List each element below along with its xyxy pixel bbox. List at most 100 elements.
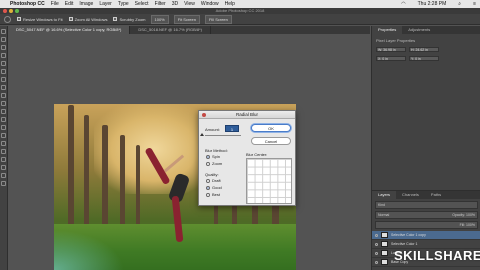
menu-layer[interactable]: Layer — [99, 1, 112, 7]
shape-tool-icon[interactable] — [1, 165, 6, 170]
opacity-field[interactable]: Opacity: 100% — [452, 212, 475, 218]
layer-thumbnail — [381, 259, 388, 265]
quality-best-radio[interactable]: Best — [206, 192, 220, 197]
fit-screen-button[interactable]: Fit Screen — [173, 14, 200, 24]
tree-trunk — [120, 135, 125, 235]
eye-icon[interactable] — [375, 233, 378, 237]
menu-list-icon[interactable]: ≡ — [473, 1, 476, 7]
clock[interactable]: Thu 2:28 PM — [418, 1, 447, 7]
fill-screen-button[interactable]: Fill Screen — [204, 14, 232, 24]
hand-tool-icon[interactable] — [1, 173, 6, 178]
quality-label: Quality: — [205, 172, 219, 177]
menu-view[interactable]: View — [184, 1, 195, 7]
layer-thumbnail — [381, 250, 388, 256]
properties-section-title: Pixel Layer Properties — [376, 38, 416, 43]
menu-filter[interactable]: Filter — [155, 1, 166, 7]
menu-help[interactable]: Help — [225, 1, 235, 7]
close-icon[interactable] — [3, 9, 7, 13]
stamp-tool-icon[interactable] — [1, 93, 6, 98]
document-tabs: DSC_5047.NEF @ 16.6% (Selective Color 1 … — [8, 26, 370, 34]
fill-field[interactable]: Fill: 100% — [375, 221, 478, 229]
tab-layers[interactable]: Layers — [372, 191, 397, 199]
ok-button[interactable]: OK — [251, 124, 291, 132]
layer-row[interactable]: Selective Color 1 copy — [372, 231, 480, 240]
wifi-icon[interactable]: ◠ — [401, 1, 405, 7]
brush-tool-icon[interactable] — [1, 85, 6, 90]
quick-select-tool-icon[interactable] — [1, 53, 6, 58]
eye-icon[interactable] — [375, 251, 378, 255]
menu-window[interactable]: Window — [201, 1, 219, 7]
status-area: ◠ Thu 2:28 PM ⌕ ≡ — [395, 1, 476, 7]
layer-kind-filter[interactable]: Kind — [375, 201, 478, 209]
type-tool-icon[interactable] — [1, 149, 6, 154]
app-menu[interactable]: Photoshop CC — [10, 1, 45, 7]
minimize-icon[interactable] — [9, 9, 13, 13]
blend-mode-select[interactable]: Normal — [378, 212, 389, 218]
amount-label: Amount: — [205, 127, 220, 132]
crop-tool-icon[interactable] — [1, 61, 6, 66]
x-field[interactable]: X: 0 in — [376, 56, 406, 61]
menu-image[interactable]: Image — [79, 1, 93, 7]
menu-select[interactable]: Select — [135, 1, 149, 7]
blur-center-grid[interactable] — [246, 158, 292, 204]
cancel-button[interactable]: Cancel — [251, 137, 291, 145]
tree-trunk — [102, 125, 108, 235]
tab-adjustments[interactable]: Adjustments — [402, 26, 436, 34]
eye-icon[interactable] — [375, 260, 378, 264]
maximize-icon[interactable] — [15, 9, 19, 13]
tab-paths[interactable]: Paths — [425, 191, 447, 199]
options-bar: Resize Windows to Fit Zoom All Windows S… — [0, 14, 480, 25]
tab-channels[interactable]: Channels — [396, 191, 425, 199]
history-brush-tool-icon[interactable] — [1, 101, 6, 106]
zoom-all-windows-checkbox[interactable]: Zoom All Windows — [68, 17, 107, 22]
menu-bar: Photoshop CC File Edit Image Layer Type … — [0, 0, 480, 8]
photoshop-window: Photoshop CC File Edit Image Layer Type … — [0, 0, 480, 270]
width-field[interactable]: W: 36.98 in — [376, 47, 406, 52]
amount-slider-handle[interactable] — [200, 133, 204, 136]
dodge-tool-icon[interactable] — [1, 133, 6, 138]
move-tool-icon[interactable] — [1, 29, 6, 34]
healing-tool-icon[interactable] — [1, 77, 6, 82]
marquee-tool-icon[interactable] — [1, 37, 6, 42]
amount-input[interactable]: 1 — [225, 125, 239, 132]
zoom-tool-icon[interactable] — [1, 181, 6, 186]
quality-good-radio[interactable]: Good — [206, 185, 222, 190]
y-field[interactable]: Y: 0 in — [409, 56, 439, 61]
eraser-tool-icon[interactable] — [1, 109, 6, 114]
image-teal-glow — [54, 230, 124, 270]
eye-icon[interactable] — [375, 242, 378, 246]
skillshare-watermark: SKILLSHARE — [394, 248, 480, 263]
menu-file[interactable]: File — [51, 1, 59, 7]
resize-windows-checkbox[interactable]: Resize Windows to Fit — [17, 17, 63, 22]
lasso-tool-icon[interactable] — [1, 45, 6, 50]
gradient-tool-icon[interactable] — [1, 117, 6, 122]
resize-windows-label: Resize Windows to Fit — [23, 16, 63, 22]
doc-tab-active[interactable]: DSC_5047.NEF @ 16.6% (Selective Color 1 … — [8, 26, 131, 34]
eyedropper-tool-icon[interactable] — [1, 69, 6, 74]
good-label: Good — [212, 185, 222, 190]
scrubby-zoom-checkbox[interactable]: Scrubby Zoom — [113, 16, 146, 22]
path-select-tool-icon[interactable] — [1, 157, 6, 162]
blur-method-spin-radio[interactable]: Spin — [206, 154, 220, 159]
tab-properties[interactable]: Properties — [372, 26, 403, 34]
amount-slider[interactable] — [205, 135, 241, 136]
zoom-tool-icon[interactable] — [4, 15, 11, 23]
position-row: X: 0 in Y: 0 in — [376, 56, 476, 61]
quality-draft-radio[interactable]: Draft — [206, 178, 221, 183]
menu-3d[interactable]: 3D — [172, 1, 178, 7]
image-backlight — [94, 104, 214, 194]
search-icon[interactable]: ⌕ — [458, 1, 461, 7]
menu-type[interactable]: Type — [118, 1, 129, 7]
scrubby-zoom-label: Scrubby Zoom — [119, 16, 146, 22]
properties-panel: Pixel Layer Properties W: 36.98 in H: 24… — [372, 34, 480, 184]
pen-tool-icon[interactable] — [1, 141, 6, 146]
blur-method-zoom-radio[interactable]: Zoom — [206, 161, 222, 166]
close-icon[interactable] — [202, 113, 206, 117]
tree-trunk — [136, 145, 140, 235]
blur-tool-icon[interactable] — [1, 125, 6, 130]
doc-tab[interactable]: DSC_5018.NEF @ 16.7% (RGB/8*) — [130, 26, 212, 34]
canvas-area[interactable]: Radial Blur Amount: 1 OK Cancel Blur Met… — [8, 34, 370, 270]
height-field[interactable]: H: 24.62 in — [409, 47, 439, 52]
menu-edit[interactable]: Edit — [65, 1, 74, 7]
zoom-100-button[interactable]: 100% — [150, 14, 169, 24]
